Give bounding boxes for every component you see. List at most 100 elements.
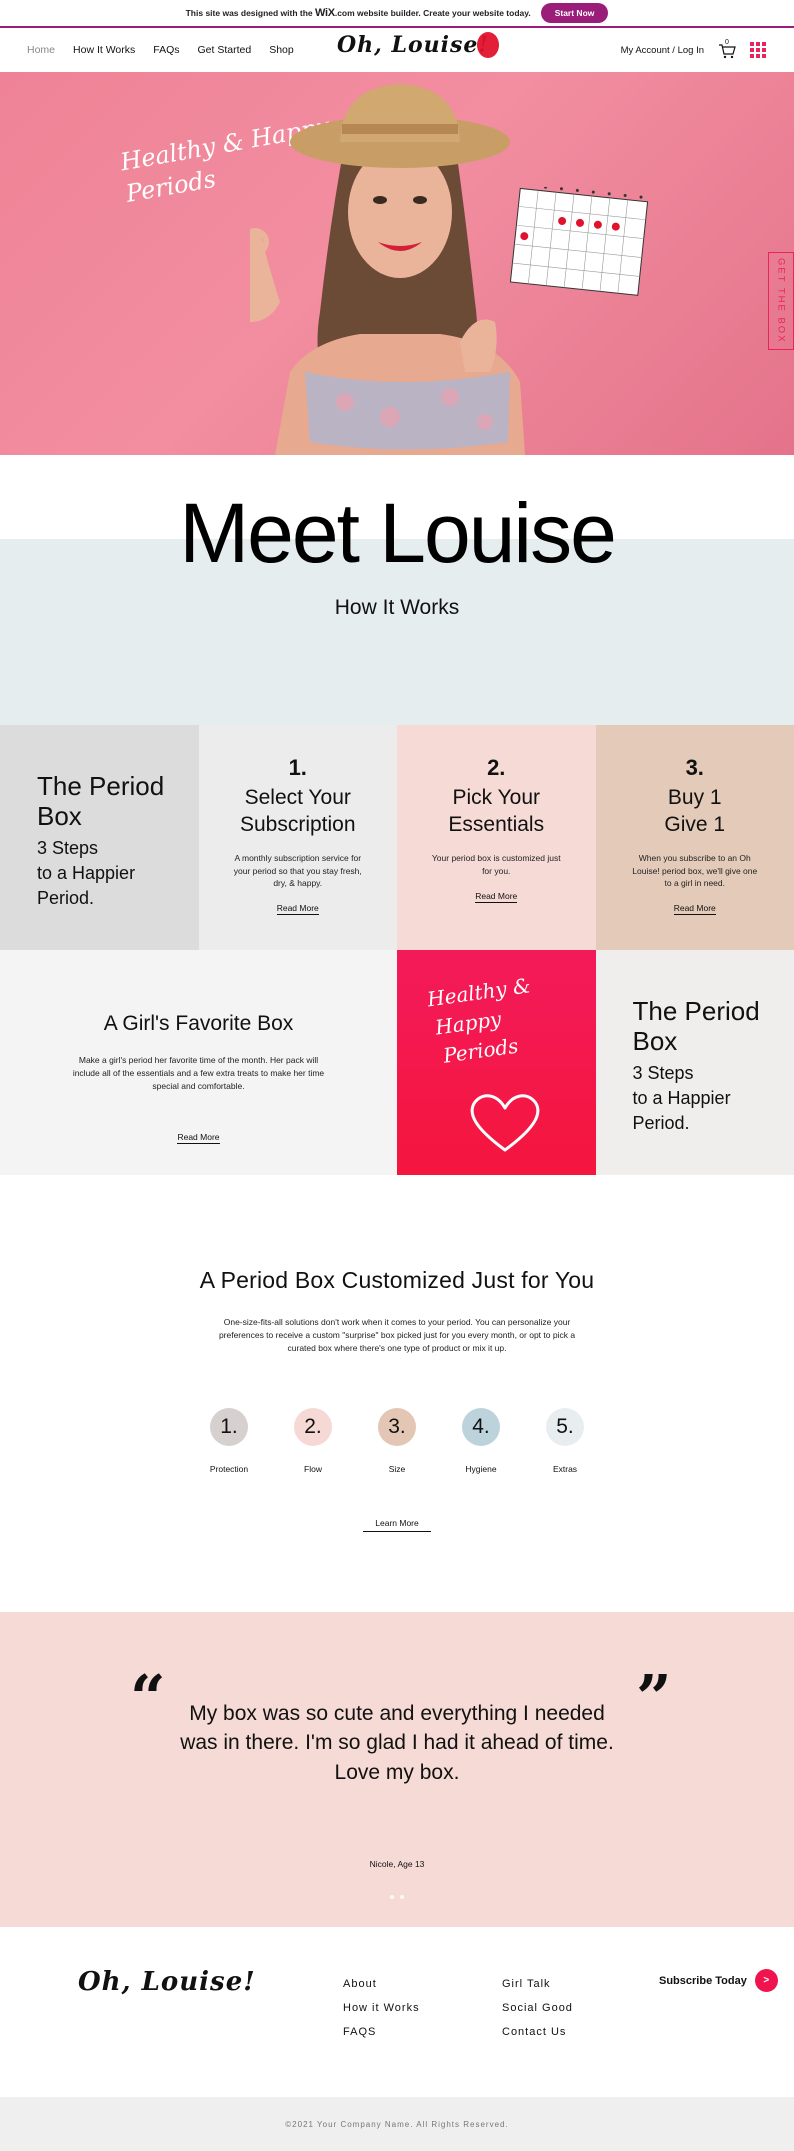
step-title: Buy 1Give 1: [596, 785, 794, 838]
option-label: Protection: [190, 1464, 268, 1474]
footer-links-1: About How it Works FAQS: [343, 1972, 420, 2044]
logo-red-dot: [477, 32, 499, 58]
testimonial-section: “ My box was so cute and everything I ne…: [0, 1612, 794, 1927]
period-box-intro: The Period Box 3 Steps to a Happier Peri…: [0, 725, 199, 950]
intro-sub-lines: 3 Steps to a Happier Period.: [633, 1061, 794, 1137]
meet-louise-title: Meet Louise: [0, 485, 794, 582]
nav-home[interactable]: Home: [27, 44, 55, 56]
nav-shop[interactable]: Shop: [269, 44, 294, 56]
footer-link-girl-talk[interactable]: Girl Talk: [502, 1972, 573, 1996]
footer-link-faqs[interactable]: FAQS: [343, 2020, 420, 2044]
step-description: Your period box is customized just for y…: [431, 852, 561, 877]
wix-banner-text: This site was designed with the WiX.com …: [186, 7, 531, 19]
steps-row: The Period Box 3 Steps to a Happier Peri…: [0, 725, 794, 950]
intro-title: The Period Box: [633, 996, 794, 1057]
step-card-1: 1. Select YourSubscription A monthly sub…: [199, 725, 398, 950]
heart-icon: [465, 1088, 545, 1158]
intro-title: The Period Box: [37, 771, 199, 832]
step-title: Pick YourEssentials: [397, 785, 596, 838]
option-number: 4.: [462, 1408, 500, 1446]
footer-link-about[interactable]: About: [343, 1972, 420, 1996]
nav-how-it-works[interactable]: How It Works: [73, 44, 135, 56]
grid-dots-icon[interactable]: [750, 42, 766, 58]
testimonial-author: Nicole, Age 13: [0, 1859, 794, 1869]
wix-logo: WiX: [315, 7, 335, 19]
favorite-title: A Girl's Favorite Box: [0, 1012, 397, 1036]
step-number: 1.: [199, 755, 398, 781]
hero-banner: Healthy & Happy Periods: [0, 72, 794, 455]
option-number: 5.: [546, 1408, 584, 1446]
learn-more-button[interactable]: Learn More: [363, 1518, 430, 1532]
footer-link-social-good[interactable]: Social Good: [502, 1996, 573, 2020]
step-card-3: 3. Buy 1Give 1 When you subscribe to an …: [596, 725, 794, 950]
step-number: 3.: [596, 755, 794, 781]
nav-get-started[interactable]: Get Started: [198, 44, 252, 56]
step-title: Select YourSubscription: [199, 785, 398, 838]
footer-link-contact-us[interactable]: Contact Us: [502, 2020, 573, 2044]
step-title-line: Subscription: [199, 812, 398, 839]
customized-title: A Period Box Customized Just for You: [0, 1267, 794, 1294]
intro-title-line-1: The Period: [633, 996, 794, 1026]
footer-link-how-it-works[interactable]: How it Works: [343, 1996, 420, 2020]
customized-section: A Period Box Customized Just for You One…: [0, 1175, 794, 1612]
nav-faqs[interactable]: FAQs: [153, 44, 179, 56]
start-now-button[interactable]: Start Now: [541, 3, 609, 23]
hero-woman-image: [250, 72, 550, 455]
favorite-description: Make a girl's period her favorite time o…: [69, 1054, 329, 1094]
slider-dots[interactable]: [0, 1895, 794, 1899]
favorite-row: A Girl's Favorite Box Make a girl's peri…: [0, 950, 794, 1175]
step-title-line: Essentials: [397, 812, 596, 839]
intro-title-line-2: Box: [37, 801, 199, 831]
option-protection[interactable]: 1. Protection: [210, 1408, 248, 1474]
step-title-line: Pick Your: [397, 785, 596, 812]
customized-description: One-size-fits-all solutions don't work w…: [207, 1316, 587, 1356]
option-label: Size: [358, 1464, 436, 1474]
favorite-box-card: A Girl's Favorite Box Make a girl's peri…: [0, 950, 397, 1175]
account-login-link[interactable]: My Account / Log In: [621, 45, 704, 56]
calendar-image: [510, 187, 650, 297]
meet-louise-section: Meet Louise How It Works: [0, 455, 794, 725]
option-extras[interactable]: 5. Extras: [546, 1408, 584, 1474]
step-description: When you subscribe to an Oh Louise! peri…: [630, 852, 760, 889]
intro-line: to a Happier: [37, 861, 199, 886]
intro-title-line-1: The Period: [37, 771, 199, 801]
option-number: 1.: [210, 1408, 248, 1446]
site-logo[interactable]: Oh, Louise!: [337, 32, 499, 58]
cart-count: 0: [725, 39, 729, 46]
site-header: Home How It Works FAQs Get Started Shop …: [0, 28, 794, 72]
period-box-intro-2: The Period Box 3 Steps to a Happier Peri…: [596, 950, 794, 1175]
intro-line: Period.: [633, 1111, 794, 1136]
read-more-link[interactable]: Read More: [277, 903, 319, 915]
main-nav: Home How It Works FAQs Get Started Shop: [27, 44, 294, 56]
option-label: Extras: [526, 1464, 604, 1474]
step-description: A monthly subscription service for your …: [233, 852, 363, 889]
logo-text: Oh, Louise!: [337, 32, 489, 58]
get-the-box-button[interactable]: GET THE BOX: [768, 252, 794, 350]
testimonial-quote: My box was so cute and everything I need…: [180, 1699, 614, 1787]
wix-banner-prefix: This site was designed with the: [186, 8, 313, 18]
option-label: Hygiene: [442, 1464, 520, 1474]
intro-line: 3 Steps: [633, 1061, 794, 1086]
options-list: 1. Protection 2. Flow 3. Size 4. Hygiene…: [0, 1408, 794, 1474]
subscribe-button[interactable]: Subscribe Today >: [659, 1969, 778, 1992]
step-title-line: Give 1: [596, 812, 794, 839]
intro-line: 3 Steps: [37, 836, 199, 861]
healthy-happy-graphic: Healthy & Happy Periods: [397, 950, 596, 1175]
step-number: 2.: [397, 755, 596, 781]
option-number: 2.: [294, 1408, 332, 1446]
step-card-2: 2. Pick YourEssentials Your period box i…: [397, 725, 596, 950]
arrow-right-icon: >: [755, 1969, 778, 1992]
intro-title-line-2: Box: [633, 1026, 794, 1056]
close-quote-icon: ”: [636, 1667, 672, 1729]
footer-logo[interactable]: Oh, Louise!: [78, 1967, 256, 1997]
read-more-link[interactable]: Read More: [674, 903, 716, 915]
option-size[interactable]: 3. Size: [378, 1408, 416, 1474]
site-footer: Oh, Louise! About How it Works FAQS Girl…: [0, 1927, 794, 2097]
read-more-link[interactable]: Read More: [177, 1132, 219, 1144]
cart-icon[interactable]: 0: [718, 43, 736, 57]
read-more-link[interactable]: Read More: [475, 891, 517, 903]
step-title-line: Select Your: [199, 785, 398, 812]
header-actions: My Account / Log In 0: [621, 28, 766, 72]
option-flow[interactable]: 2. Flow: [294, 1408, 332, 1474]
option-hygiene[interactable]: 4. Hygiene: [462, 1408, 500, 1474]
